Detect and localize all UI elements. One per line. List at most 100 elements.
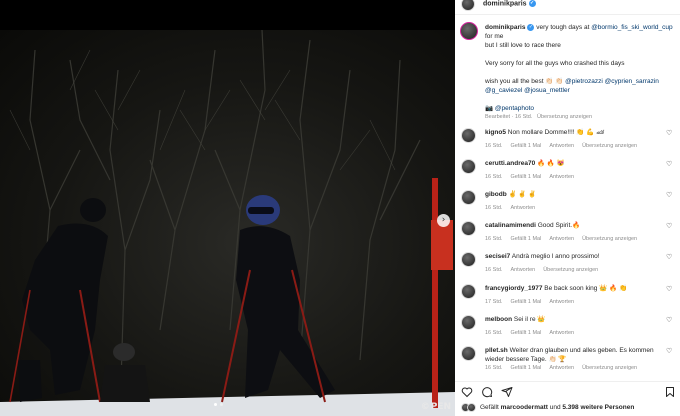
photo-watermark: ©PEN bbox=[420, 402, 451, 412]
avatar[interactable] bbox=[461, 128, 476, 143]
post-header: dominikparis ✓ bbox=[455, 0, 680, 11]
comment-username[interactable]: melboon bbox=[485, 316, 512, 323]
likes-middle: und bbox=[547, 404, 563, 411]
chevron-right-icon[interactable]: › bbox=[437, 214, 450, 227]
comment-time: 16 Std. bbox=[485, 236, 503, 242]
translate-link[interactable]: Übersetzung anzeigen bbox=[582, 365, 637, 371]
heart-icon[interactable]: ♡ bbox=[666, 223, 673, 230]
avatar[interactable] bbox=[461, 221, 476, 236]
mention-link[interactable]: @pentaphoto bbox=[495, 105, 534, 112]
heart-icon[interactable] bbox=[461, 386, 473, 398]
comment-text: Good Spirit.🔥 bbox=[537, 222, 581, 229]
mention-link[interactable]: @bormio_fis_ski_world_cup bbox=[591, 24, 672, 31]
avatar[interactable] bbox=[461, 159, 476, 174]
reply-button[interactable]: Antworten bbox=[510, 205, 535, 211]
comment-username[interactable]: pllet.sh bbox=[485, 347, 508, 354]
heart-icon[interactable]: ♡ bbox=[666, 161, 673, 168]
caption-text: wish you all the best 👏🏻 👏🏻 bbox=[485, 78, 566, 85]
avatar[interactable] bbox=[461, 315, 476, 330]
comment-likes[interactable]: Gefällt 1 Mal bbox=[510, 330, 541, 336]
comment-text: Weiter dran glauben und alles geben. Es … bbox=[509, 347, 654, 354]
reply-button[interactable]: Antworten bbox=[549, 143, 574, 149]
comment-likes[interactable]: Gefällt 1 Mal bbox=[510, 236, 541, 242]
comment-text: Be back soon king 👑 🔥 👏 bbox=[544, 285, 628, 292]
mention-link[interactable]: @cyprien_sarrazin bbox=[605, 78, 659, 85]
avatar[interactable] bbox=[461, 346, 476, 361]
translate-link[interactable]: Übersetzung anzeigen bbox=[543, 267, 598, 273]
post-photo: ©PEN bbox=[0, 30, 455, 416]
comment-username[interactable]: secisei7 bbox=[485, 253, 510, 260]
comment-time: 16 Std. bbox=[485, 365, 503, 371]
comment-likes[interactable]: Gefällt 1 Mal bbox=[510, 299, 541, 305]
comment-username[interactable]: catalinamimendi bbox=[485, 222, 536, 229]
post-media: ©PEN › bbox=[0, 0, 455, 416]
reply-button[interactable]: Antworten bbox=[510, 267, 535, 273]
caption-text: very tough days at bbox=[534, 24, 592, 31]
mention-link[interactable]: @josua_mettler bbox=[524, 87, 570, 94]
likes-user[interactable]: marcoodermatt bbox=[501, 404, 548, 411]
caption-username[interactable]: dominikparis bbox=[485, 24, 525, 31]
comment-icon[interactable] bbox=[481, 386, 493, 398]
heart-icon[interactable]: ♡ bbox=[666, 317, 673, 324]
comment-text: wieder bessere Tage. 👏🏻 🏆 bbox=[485, 355, 567, 363]
likes-count[interactable]: 5.398 weitere Personen bbox=[562, 404, 634, 411]
comment-likes[interactable]: Gefällt 1 Mal bbox=[510, 174, 541, 180]
heart-icon[interactable]: ♡ bbox=[666, 348, 673, 355]
comment-username[interactable]: cerutti.andrea70 bbox=[485, 160, 535, 167]
share-icon[interactable] bbox=[501, 386, 513, 398]
reply-button[interactable]: Antworten bbox=[549, 365, 574, 371]
avatar[interactable] bbox=[460, 22, 478, 40]
caption-text: Very sorry for all the guys who crashed … bbox=[485, 60, 625, 67]
comment-time: 16 Std. bbox=[485, 205, 503, 211]
comment-username[interactable]: kigno5 bbox=[485, 129, 506, 136]
translate-link[interactable]: Übersetzung anzeigen bbox=[537, 114, 592, 120]
caption-edited-time: Bearbeitet · 16 Std. bbox=[485, 114, 533, 120]
comment-time: 16 Std. bbox=[485, 174, 503, 180]
comment-time: 17 Std. bbox=[485, 299, 503, 305]
avatar[interactable] bbox=[461, 252, 476, 267]
verified-icon: ✓ bbox=[528, 0, 536, 7]
carousel-dot bbox=[214, 403, 217, 406]
divider bbox=[455, 381, 680, 382]
bookmark-icon[interactable] bbox=[664, 386, 676, 398]
heart-icon[interactable]: ♡ bbox=[666, 192, 673, 199]
reply-button[interactable]: Antworten bbox=[549, 330, 574, 336]
comment-time: 16 Std. bbox=[485, 267, 503, 273]
translate-link[interactable]: Übersetzung anzeigen bbox=[582, 236, 637, 242]
carousel-dot bbox=[220, 403, 223, 406]
reply-button[interactable]: Antworten bbox=[549, 299, 574, 305]
comment-text: Non mollare Domme!!!! 👏 💪 🏎 bbox=[507, 129, 605, 136]
post-author-username[interactable]: dominikparis ✓ bbox=[483, 0, 536, 7]
reply-button[interactable]: Antworten bbox=[549, 236, 574, 242]
comment-text: Sei il re 👑 bbox=[513, 316, 546, 323]
comment-time: 16 Std. bbox=[485, 143, 503, 149]
caption-text: but I still love to race there bbox=[485, 42, 561, 49]
avatar[interactable] bbox=[461, 284, 476, 299]
avatar bbox=[467, 403, 476, 412]
mention-link[interactable]: @pietrozazzi bbox=[565, 78, 603, 85]
comment-username[interactable]: gibodb bbox=[485, 191, 507, 198]
heart-icon[interactable]: ♡ bbox=[666, 130, 673, 137]
ski-race-photo bbox=[0, 30, 455, 416]
divider bbox=[455, 14, 680, 15]
avatar[interactable] bbox=[461, 190, 476, 205]
post-action-bar bbox=[461, 386, 676, 400]
comment-username[interactable]: francygiordy_1977 bbox=[485, 285, 542, 292]
comment-time: 16 Std. bbox=[485, 330, 503, 336]
carousel-dots bbox=[214, 403, 223, 406]
comment-likes[interactable]: Gefällt 1 Mal bbox=[510, 365, 541, 371]
likes-prefix: Gefällt bbox=[480, 404, 501, 411]
comment-text: ✌ ✌ ✌ bbox=[508, 191, 537, 198]
comment-text: 🔥 🔥 😻 bbox=[537, 160, 565, 167]
camera-icon: 📷 bbox=[485, 105, 494, 112]
post-side-panel: dominikparis ✓ dominikparis ✓ very tough d… bbox=[455, 0, 680, 416]
comment-likes[interactable]: Gefällt 1 Mal bbox=[510, 143, 541, 149]
translate-link[interactable]: Übersetzung anzeigen bbox=[582, 143, 637, 149]
avatar[interactable] bbox=[461, 0, 475, 11]
reply-button[interactable]: Antworten bbox=[549, 174, 574, 180]
comment-text: Andrà meglio l anno prossimo! bbox=[511, 253, 600, 260]
caption-text: for me bbox=[485, 33, 504, 40]
heart-icon[interactable]: ♡ bbox=[666, 286, 673, 293]
mention-link[interactable]: @g_caviezel bbox=[485, 87, 522, 94]
heart-icon[interactable]: ♡ bbox=[666, 254, 673, 261]
